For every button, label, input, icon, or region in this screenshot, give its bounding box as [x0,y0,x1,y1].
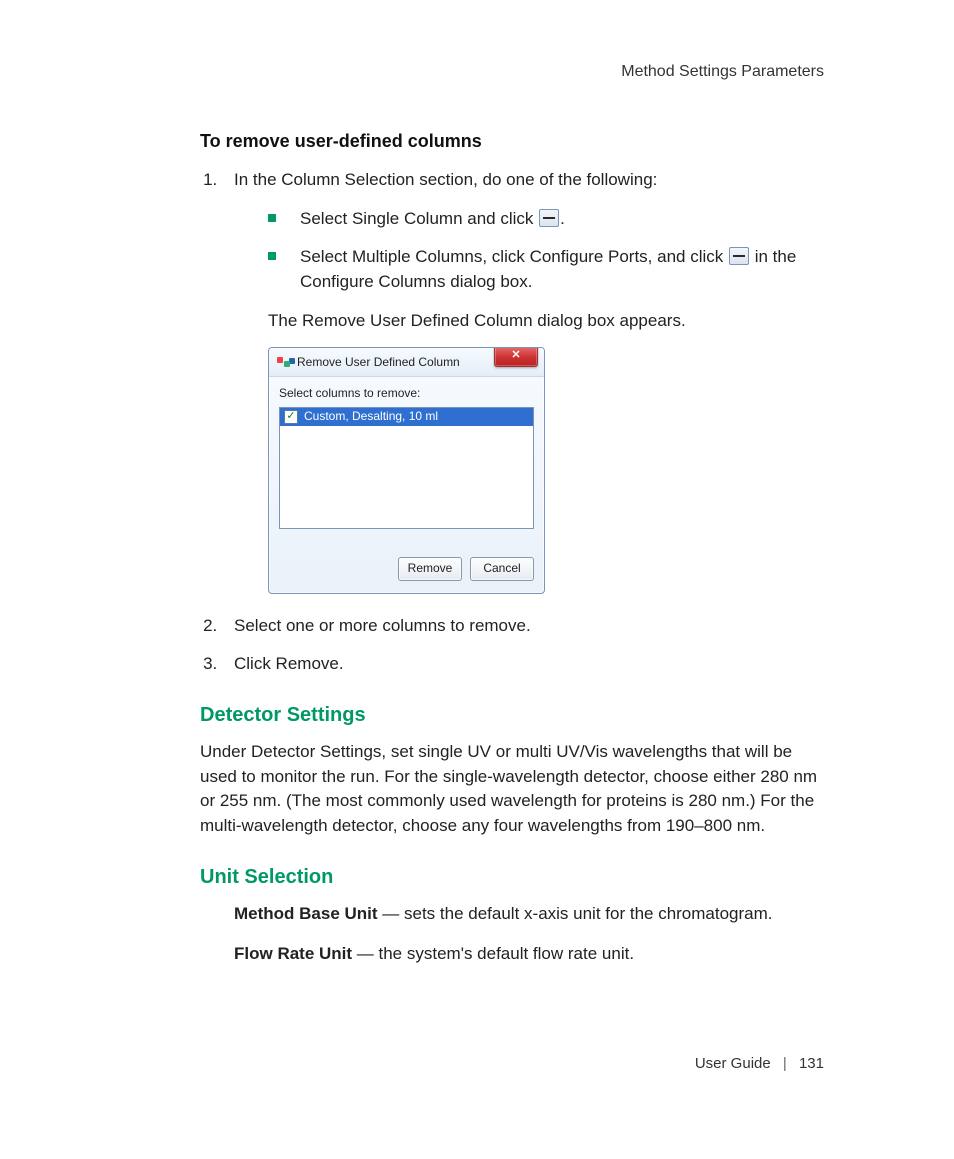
page-footer: User Guide | 131 [695,1053,824,1075]
method-base-unit-line: Method Base Unit — sets the default x-ax… [234,902,824,927]
option-single-column: Select Single Column and click . [268,207,824,232]
method-base-unit-text: — sets the default x-axis unit for the c… [378,904,773,923]
flow-rate-unit-line: Flow Rate Unit — the system's default fl… [234,942,824,967]
close-icon: ✕ [511,348,520,364]
list-item[interactable]: ✓ Custom, Desalting, 10 ml [280,408,533,426]
dialog-appears-note: The Remove User Defined Column dialog bo… [268,309,824,334]
dialog-body: Select columns to remove: ✓ Custom, Desa… [269,377,544,538]
option-text-pre: Select Multiple Columns, click Configure… [300,247,728,266]
option-text-post: . [560,209,565,228]
remove-button[interactable]: Remove [398,557,462,581]
heading-remove-columns: To remove user-defined columns [200,128,824,154]
page-section-title: Method Settings Parameters [621,60,824,83]
dialog-title-text: Remove User Defined Column [297,354,460,371]
heading-detector-settings: Detector Settings [200,701,824,730]
step-3: Click Remove. [222,652,824,677]
dialog-button-row: Remove Cancel [269,539,544,593]
checkbox-icon[interactable]: ✓ [284,410,298,424]
minus-icon [729,247,749,265]
flow-rate-unit-label: Flow Rate Unit [234,944,352,963]
flow-rate-unit-text: — the system's default flow rate unit. [352,944,634,963]
page: Method Settings Parameters To remove use… [0,0,954,1159]
heading-unit-selection: Unit Selection [200,863,824,892]
step-2: Select one or more columns to remove. [222,614,824,639]
step-1-options: Select Single Column and click . Select … [268,207,824,295]
list-item-label: Custom, Desalting, 10 ml [304,408,438,425]
page-number: 131 [799,1055,824,1072]
option-text-pre: Select Single Column and click [300,209,538,228]
minus-icon [539,209,559,227]
step-1: In the Column Selection section, do one … [222,168,824,594]
detector-settings-paragraph: Under Detector Settings, set single UV o… [200,740,824,839]
footer-guide-label: User Guide [695,1055,771,1072]
content: To remove user-defined columns In the Co… [200,128,824,967]
procedure-list: In the Column Selection section, do one … [200,168,824,677]
dialog-titlebar: Remove User Defined Column ✕ [269,348,544,377]
step-1-text: In the Column Selection section, do one … [234,170,657,189]
column-listbox[interactable]: ✓ Custom, Desalting, 10 ml [279,407,534,529]
remove-column-dialog: Remove User Defined Column ✕ Select colu… [268,347,545,593]
footer-separator: | [783,1055,787,1072]
cancel-button[interactable]: Cancel [470,557,534,581]
option-multiple-columns: Select Multiple Columns, click Configure… [268,245,824,294]
close-button[interactable]: ✕ [494,347,538,367]
dialog-instruction-label: Select columns to remove: [279,385,534,402]
app-icon [277,355,291,369]
method-base-unit-label: Method Base Unit [234,904,378,923]
